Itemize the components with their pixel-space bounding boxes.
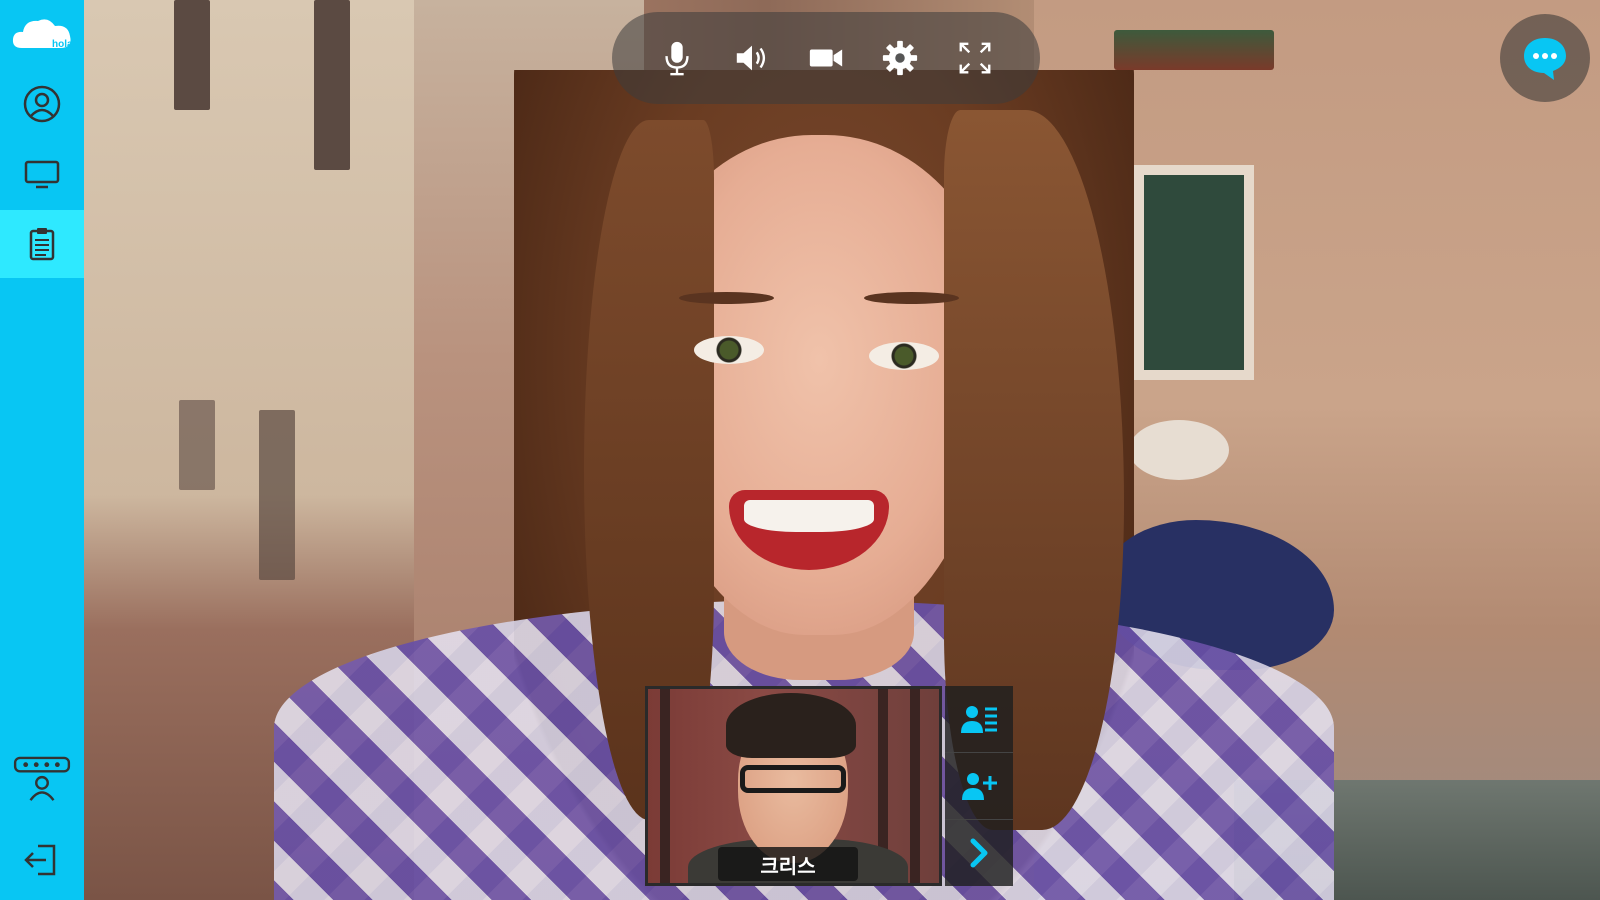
- cloud-logo-icon: hola: [12, 19, 73, 50]
- background-sign: [1129, 420, 1229, 480]
- speaker-icon: [736, 45, 765, 71]
- fullscreen-icon: [959, 42, 991, 74]
- gear-icon: [883, 40, 918, 76]
- participant-glasses: [740, 765, 846, 793]
- clipboard-icon: [29, 228, 55, 261]
- sidebar-item-screen-share[interactable]: [0, 140, 84, 208]
- participant-list-icon: [961, 706, 997, 733]
- participant-thumbnail[interactable]: 크리스: [645, 686, 942, 886]
- chat-button[interactable]: [1500, 14, 1590, 102]
- participant-name-label: 크리스: [718, 847, 858, 881]
- next-participant-button[interactable]: [945, 820, 1013, 886]
- background-flower-box: [1114, 30, 1274, 70]
- remote-person-brow-left: [679, 292, 774, 304]
- sidebar-item-profile[interactable]: [0, 70, 84, 138]
- background-window: [1134, 165, 1254, 380]
- chat-bubble-icon: [1524, 38, 1566, 80]
- camera-button[interactable]: [800, 32, 852, 84]
- remote-person-teeth: [744, 500, 874, 532]
- remote-person-brow-right: [864, 292, 959, 304]
- participant-hair: [726, 693, 856, 758]
- participant-list-button[interactable]: [945, 686, 1013, 753]
- microphone-icon: [665, 41, 689, 76]
- add-participant-button[interactable]: [945, 753, 1013, 820]
- monitor-icon: [24, 160, 60, 189]
- sidebar: hola: [0, 0, 84, 900]
- chevron-right-icon: [970, 838, 988, 868]
- sidebar-item-conference[interactable]: [0, 745, 84, 815]
- remote-person-eye-left: [694, 336, 764, 364]
- logout-icon: [24, 844, 56, 876]
- call-toolbar: [612, 12, 1040, 104]
- camera-icon: [809, 49, 843, 67]
- user-circle-icon: [23, 85, 61, 123]
- fullscreen-button[interactable]: [949, 32, 1001, 84]
- app-logo: hola: [10, 14, 74, 56]
- svg-text:hola: hola: [52, 39, 73, 50]
- remote-person-eye-right: [869, 342, 939, 370]
- settings-button[interactable]: [874, 32, 926, 84]
- add-participant-icon: [962, 773, 997, 800]
- speaker-button[interactable]: [726, 32, 778, 84]
- mute-button[interactable]: [651, 32, 703, 84]
- conference-group-icon: [13, 756, 71, 801]
- participant-actions: [945, 686, 1013, 886]
- sidebar-item-notes[interactable]: [0, 210, 84, 278]
- sidebar-item-exit[interactable]: [0, 826, 84, 894]
